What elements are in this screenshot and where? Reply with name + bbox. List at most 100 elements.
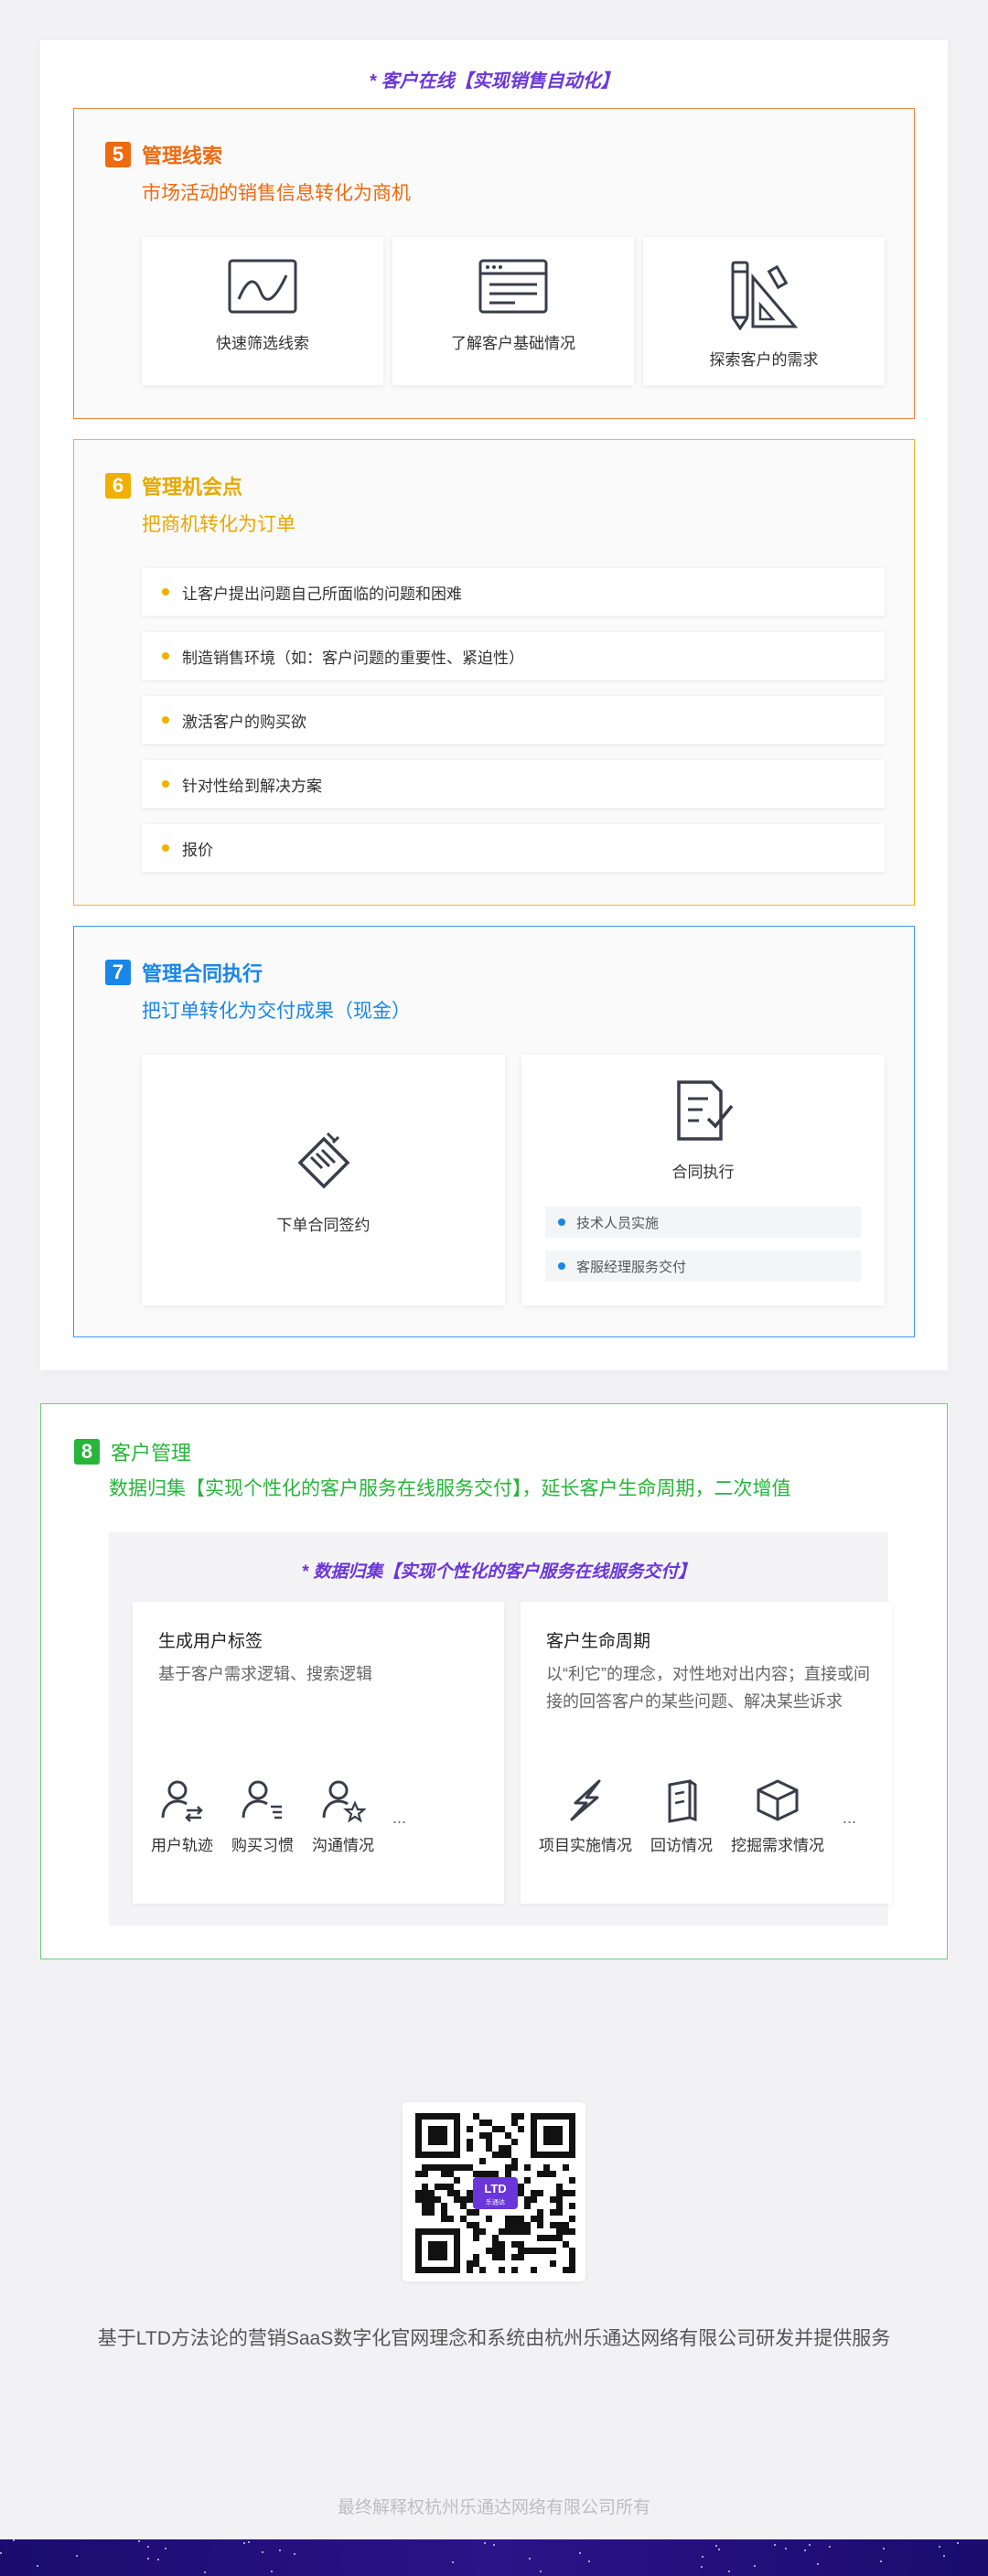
star-decoration: [785, 2548, 787, 2549]
star-decoration: [204, 2571, 206, 2573]
inner-title: * 数据归集【实现个性化的客户服务在线服务交付】: [301, 1562, 696, 1582]
panel-title: 生成用户标签: [158, 1632, 263, 1651]
star-decoration: [588, 2560, 590, 2562]
panel-description: 基于客户需求逻辑、搜索逻辑: [158, 1665, 372, 1683]
tile-customer-basics: 了解客户基础情况: [392, 237, 634, 385]
tile-contract-execution: 合同执行 技术人员实施 客服经理服务交付: [521, 1055, 885, 1305]
icon-item: 购买习惯: [231, 1777, 294, 1855]
tile-filter-leads: 快速筛选线索: [142, 237, 383, 385]
star-decoration: [493, 2544, 495, 2546]
star-decoration: [529, 2558, 531, 2560]
star-decoration: [579, 2552, 581, 2554]
star-decoration: [37, 2565, 38, 2567]
panel-description: 以“利它”的理念，对性地对出内容；直接或间接的回答客户的某些问题、解决某些诉求: [546, 1665, 870, 1711]
star-decoration: [809, 2544, 811, 2546]
qr-code: LTD 乐通达: [403, 2102, 585, 2281]
star-decoration: [540, 2571, 542, 2572]
qr-code-image: LTD 乐通达: [415, 2113, 575, 2273]
star-decoration: [718, 2549, 720, 2550]
book-icon: [668, 1779, 697, 1823]
pencil-ruler-icon: [731, 261, 799, 330]
star-decoration: [452, 2561, 454, 2563]
lightning-icon: [570, 1779, 601, 1821]
more-indicator: ...: [843, 1809, 857, 1827]
tile-label: 探索客户的需求: [709, 351, 819, 369]
section-manage-opportunities: 6 管理机会点 把商机转化为订单 让客户提出问题自己所面临的问题和困难 制造销售…: [73, 439, 915, 906]
browser-window-icon: [478, 259, 548, 314]
section-title: 客户管理: [111, 1442, 192, 1465]
star-decoration: [76, 2555, 78, 2557]
star-decoration: [243, 2542, 245, 2544]
star-decoration: [829, 2546, 831, 2548]
section-subtitle: 把订单转化为交付成果（现金）: [142, 1001, 411, 1022]
icon-item: 回访情况: [650, 1777, 713, 1855]
svg-text:乐通达: 乐通达: [486, 2197, 505, 2206]
more-indicator: ...: [392, 1809, 407, 1827]
tile-label: 下单合同签约: [276, 1217, 370, 1234]
star-decoration: [262, 2551, 263, 2553]
list-item: 技术人员实施: [545, 1207, 861, 1238]
tile-label: 合同执行: [671, 1164, 735, 1181]
section-manage-leads: 5 管理线索 市场活动的销售信息转化为商机 快速筛选线索 了解客户基础情况 探索…: [73, 108, 915, 419]
line-chart-icon: [228, 259, 297, 314]
tile-label: 快速筛选线索: [216, 335, 309, 352]
star-decoration: [0, 2552, 2, 2554]
section-number-badge: 8: [74, 1439, 100, 1465]
icon-item: 项目实施情况: [539, 1777, 632, 1855]
user-track-icon: [161, 1780, 203, 1822]
user-list-icon: [242, 1780, 282, 1819]
list-item: 针对性给到解决方案: [142, 760, 885, 808]
copyright-text: 最终解释权杭州乐通达网络有限公司所有: [337, 2498, 650, 2517]
tile-label: 了解客户基础情况: [451, 335, 575, 352]
star-decoration: [157, 2559, 159, 2560]
star-decoration: [702, 2556, 703, 2558]
panel-title: 客户生命周期: [546, 1632, 651, 1651]
handshake-icon: [297, 1132, 349, 1189]
star-decoration: [957, 2542, 959, 2544]
user-star-icon: [322, 1780, 366, 1823]
star-decoration: [883, 2548, 885, 2549]
section-title: 管理线索: [142, 145, 223, 167]
footer-description: 基于LTD方法论的营销SaaS数字化官网理念和系统由杭州乐通达网络有限公司研发并…: [97, 2328, 891, 2349]
section-subtitle: 市场活动的销售信息转化为商机: [142, 183, 411, 204]
opportunity-steps-list: 让客户提出问题自己所面临的问题和困难 制造销售环境（如：客户问题的重要性、紧迫性…: [142, 568, 885, 888]
customer-online-card: * 客户在线【实现销售自动化】 5 管理线索 市场活动的销售信息转化为商机 快速…: [40, 40, 948, 1370]
section-number-badge: 7: [105, 960, 131, 985]
tile-explore-needs: 探索客户的需求: [643, 237, 885, 385]
star-decoration: [939, 2546, 940, 2548]
section-title: 管理机会点: [142, 476, 243, 499]
star-decoration: [294, 2553, 295, 2555]
star-decoration: [138, 2540, 140, 2542]
star-decoration: [248, 2541, 250, 2543]
section-subtitle: 把商机转化为订单: [142, 514, 295, 535]
section-manage-contracts: 7 管理合同执行 把订单转化为交付成果（现金） 下单合同签约 合同执行 技术人员…: [73, 926, 915, 1337]
list-item: 报价: [142, 824, 885, 872]
star-decoration: [804, 2549, 806, 2551]
panel-customer-lifecycle: 客户生命周期 以“利它”的理念，对性地对出内容；直接或间接的回答客户的某些问题、…: [521, 1602, 892, 1904]
star-decoration: [728, 2571, 730, 2572]
star-decoration: [484, 2542, 486, 2544]
star-decoration: [279, 2549, 281, 2551]
star-decoration: [147, 2546, 149, 2548]
section-number-badge: 5: [105, 142, 131, 167]
panel-user-tags: 生成用户标签 基于客户需求逻辑、搜索逻辑 用户轨迹 购买习惯 沟通情况 ...: [133, 1602, 504, 1904]
document-check-icon: [676, 1080, 733, 1141]
bottom-decoration-bar: [0, 2539, 988, 2576]
star-decoration: [880, 2560, 882, 2562]
star-decoration: [715, 2545, 717, 2547]
star-decoration: [13, 2539, 15, 2541]
list-item: 客服经理服务交付: [545, 1250, 861, 1282]
star-decoration: [701, 2566, 703, 2568]
star-decoration: [165, 2548, 166, 2549]
data-collection-box: * 数据归集【实现个性化的客户服务在线服务交付】 生成用户标签 基于客户需求逻辑…: [109, 1532, 892, 1926]
list-item: 激活客户的购买欲: [142, 696, 885, 744]
star-decoration: [774, 2544, 776, 2546]
svg-text:LTD: LTD: [484, 2182, 506, 2195]
star-decoration: [147, 2558, 149, 2560]
list-item: 制造销售环境（如：客户问题的重要性、紧迫性）: [142, 632, 885, 680]
section-title: 管理合同执行: [142, 962, 263, 985]
icon-item: 沟通情况: [312, 1777, 374, 1855]
star-decoration: [943, 2555, 945, 2557]
star-decoration: [817, 2563, 819, 2565]
star-decoration: [271, 2571, 273, 2572]
